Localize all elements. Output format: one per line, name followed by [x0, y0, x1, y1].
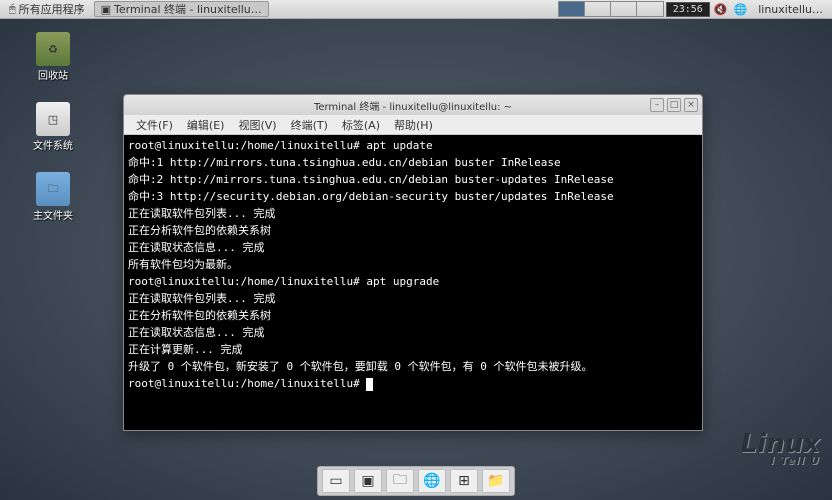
recycle-label: 回收站 [38, 67, 68, 82]
workspace-4[interactable] [637, 2, 663, 16]
task-label: Terminal 终端 - linuxitellu… [114, 1, 262, 17]
desktop-home[interactable]: 🗀 主文件夹 [28, 172, 78, 222]
terminal-icon: ▣ [101, 3, 111, 16]
menu-terminal[interactable]: 终端(T) [285, 115, 334, 135]
home-label: 主文件夹 [33, 207, 73, 222]
user-menu[interactable]: linuxitellu… [751, 1, 830, 17]
menu-file[interactable]: 文件(F) [130, 115, 179, 135]
clock[interactable]: 23:56 [666, 2, 710, 17]
minimize-button[interactable]: – [650, 98, 664, 112]
menubar: 文件(F) 编辑(E) 视图(V) 终端(T) 标签(A) 帮助(H) [124, 115, 702, 135]
terminal-line: 正在计算更新... 完成 [128, 341, 698, 358]
dock: ▭ ▣ 🗀 🌐 ⊞ 📁 [317, 466, 515, 496]
network-icon[interactable]: 🌐 [732, 3, 750, 16]
menu-help[interactable]: 帮助(H) [388, 115, 439, 135]
window-title: Terminal 终端 - linuxitellu@linuxitellu: ~ [314, 98, 512, 113]
taskbar: 🖱 所有应用程序 ▣ Terminal 终端 - linuxitellu… 23… [0, 0, 832, 19]
desktop-recycle-bin[interactable]: ♻ 回收站 [28, 32, 78, 82]
terminal-line: 正在读取状态信息... 完成 [128, 239, 698, 256]
close-button[interactable]: × [684, 98, 698, 112]
dock-app-finder[interactable]: ⊞ [450, 469, 478, 493]
trash-icon: ♻ [36, 32, 70, 66]
maximize-button[interactable]: □ [667, 98, 681, 112]
workspace-3[interactable] [611, 2, 637, 16]
workspace-2[interactable] [585, 2, 611, 16]
workspace-1[interactable] [559, 2, 585, 16]
mouse-icon: 🖱 [9, 2, 16, 16]
dock-web-browser[interactable]: 🌐 [418, 469, 446, 493]
terminal-line: 命中:1 http://mirrors.tuna.tsinghua.edu.cn… [128, 154, 698, 171]
terminal-output[interactable]: root@linuxitellu:/home/linuxitellu# apt … [124, 135, 702, 430]
terminal-line: 命中:2 http://mirrors.tuna.tsinghua.edu.cn… [128, 171, 698, 188]
apps-menu[interactable]: 🖱 所有应用程序 [2, 1, 92, 17]
username-label: linuxitellu… [758, 3, 823, 16]
filesystem-label: 文件系统 [33, 137, 73, 152]
terminal-line: root@linuxitellu:/home/linuxitellu# [128, 375, 698, 392]
drive-icon: ◳ [36, 102, 70, 136]
terminal-window: Terminal 终端 - linuxitellu@linuxitellu: ~… [123, 94, 703, 431]
dock-file-manager[interactable]: 🗀 [386, 469, 414, 493]
terminal-line: 正在分析软件包的依赖关系树 [128, 222, 698, 239]
dock-home[interactable]: 📁 [482, 469, 510, 493]
menu-edit[interactable]: 编辑(E) [181, 115, 231, 135]
terminal-line: 正在读取软件包列表... 完成 [128, 290, 698, 307]
dock-terminal[interactable]: ▣ [354, 469, 382, 493]
menu-view[interactable]: 视图(V) [232, 115, 282, 135]
terminal-line: root@linuxitellu:/home/linuxitellu# apt … [128, 273, 698, 290]
apps-menu-label: 所有应用程序 [19, 1, 85, 17]
desktop-filesystem[interactable]: ◳ 文件系统 [28, 102, 78, 152]
terminal-line: 正在读取状态信息... 完成 [128, 324, 698, 341]
dock-show-desktop[interactable]: ▭ [322, 469, 350, 493]
taskbar-task-terminal[interactable]: ▣ Terminal 终端 - linuxitellu… [94, 1, 269, 17]
terminal-line: root@linuxitellu:/home/linuxitellu# apt … [128, 137, 698, 154]
terminal-cursor [366, 378, 373, 391]
titlebar[interactable]: Terminal 终端 - linuxitellu@linuxitellu: ~… [124, 95, 702, 115]
menu-tabs[interactable]: 标签(A) [336, 115, 386, 135]
wallpaper-watermark: Linux I Tell U [741, 433, 820, 466]
workspace-pager[interactable] [558, 1, 664, 17]
volume-icon[interactable]: 🔇 [712, 3, 730, 16]
folder-icon: 🗀 [36, 172, 70, 206]
terminal-line: 升级了 0 个软件包，新安装了 0 个软件包，要卸载 0 个软件包，有 0 个软… [128, 358, 698, 375]
terminal-line: 所有软件包均为最新。 [128, 256, 698, 273]
terminal-line: 正在读取软件包列表... 完成 [128, 205, 698, 222]
terminal-line: 命中:3 http://security.debian.org/debian-s… [128, 188, 698, 205]
terminal-line: 正在分析软件包的依赖关系树 [128, 307, 698, 324]
